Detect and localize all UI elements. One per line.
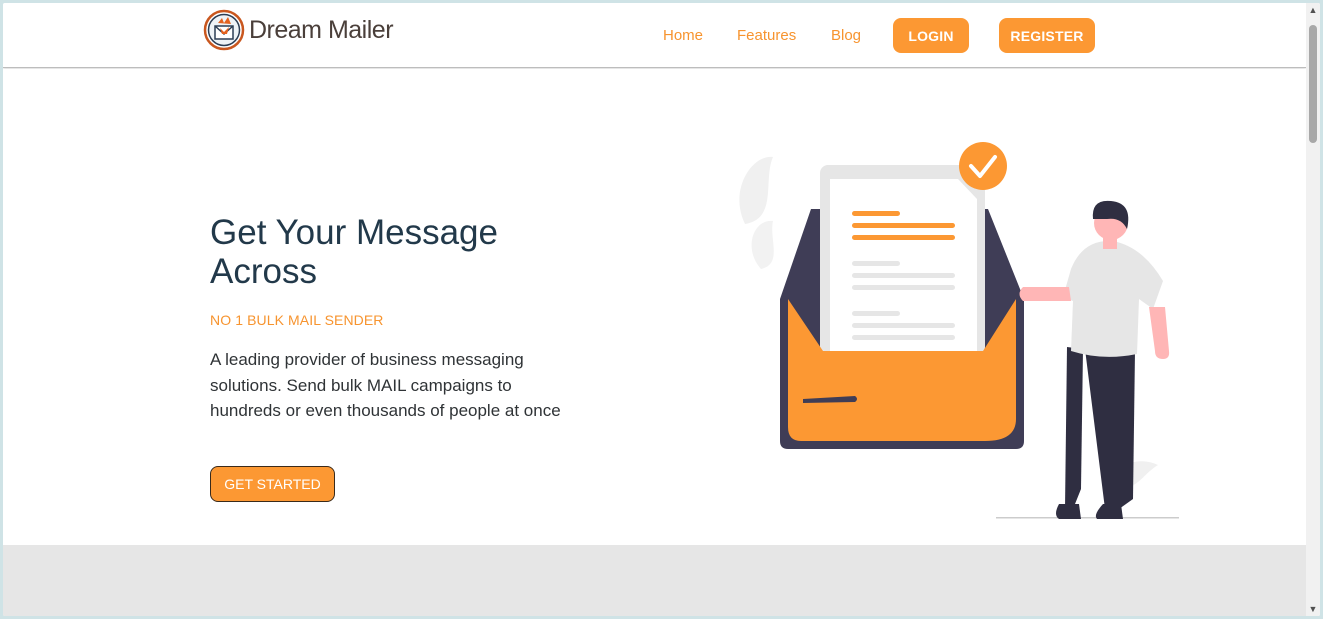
register-button[interactable]: REGISTER bbox=[999, 18, 1095, 53]
scroll-up-arrow-icon[interactable]: ▲ bbox=[1308, 5, 1318, 15]
navbar: Dream Mailer Home Features Blog LOGIN RE… bbox=[3, 3, 1306, 68]
person-with-envelope-illustration bbox=[739, 142, 1179, 519]
brand[interactable]: Dream Mailer bbox=[203, 9, 394, 51]
get-started-button[interactable]: GET STARTED bbox=[210, 466, 335, 502]
brand-name: Dream Mailer bbox=[249, 15, 394, 44]
lower-section-band bbox=[3, 545, 1306, 616]
scroll-thumb[interactable] bbox=[1309, 25, 1317, 143]
login-button[interactable]: LOGIN bbox=[893, 18, 969, 53]
vertical-scrollbar[interactable]: ▲ ▼ bbox=[1306, 3, 1320, 616]
hero-description: A leading provider of business messaging… bbox=[210, 350, 561, 420]
scroll-down-arrow-icon[interactable]: ▼ bbox=[1308, 604, 1318, 614]
nav-link-blog[interactable]: Blog bbox=[831, 27, 861, 44]
browser-viewport: Dream Mailer Home Features Blog LOGIN RE… bbox=[3, 3, 1320, 616]
hero-title: Get Your Message Across bbox=[210, 213, 498, 291]
nav-link-home[interactable]: Home bbox=[663, 27, 703, 44]
nav-link-features[interactable]: Features bbox=[737, 27, 796, 44]
envelope-fox-logo-icon bbox=[203, 9, 245, 51]
hero-subtitle: NO 1 BULK MAIL SENDER bbox=[210, 312, 384, 328]
